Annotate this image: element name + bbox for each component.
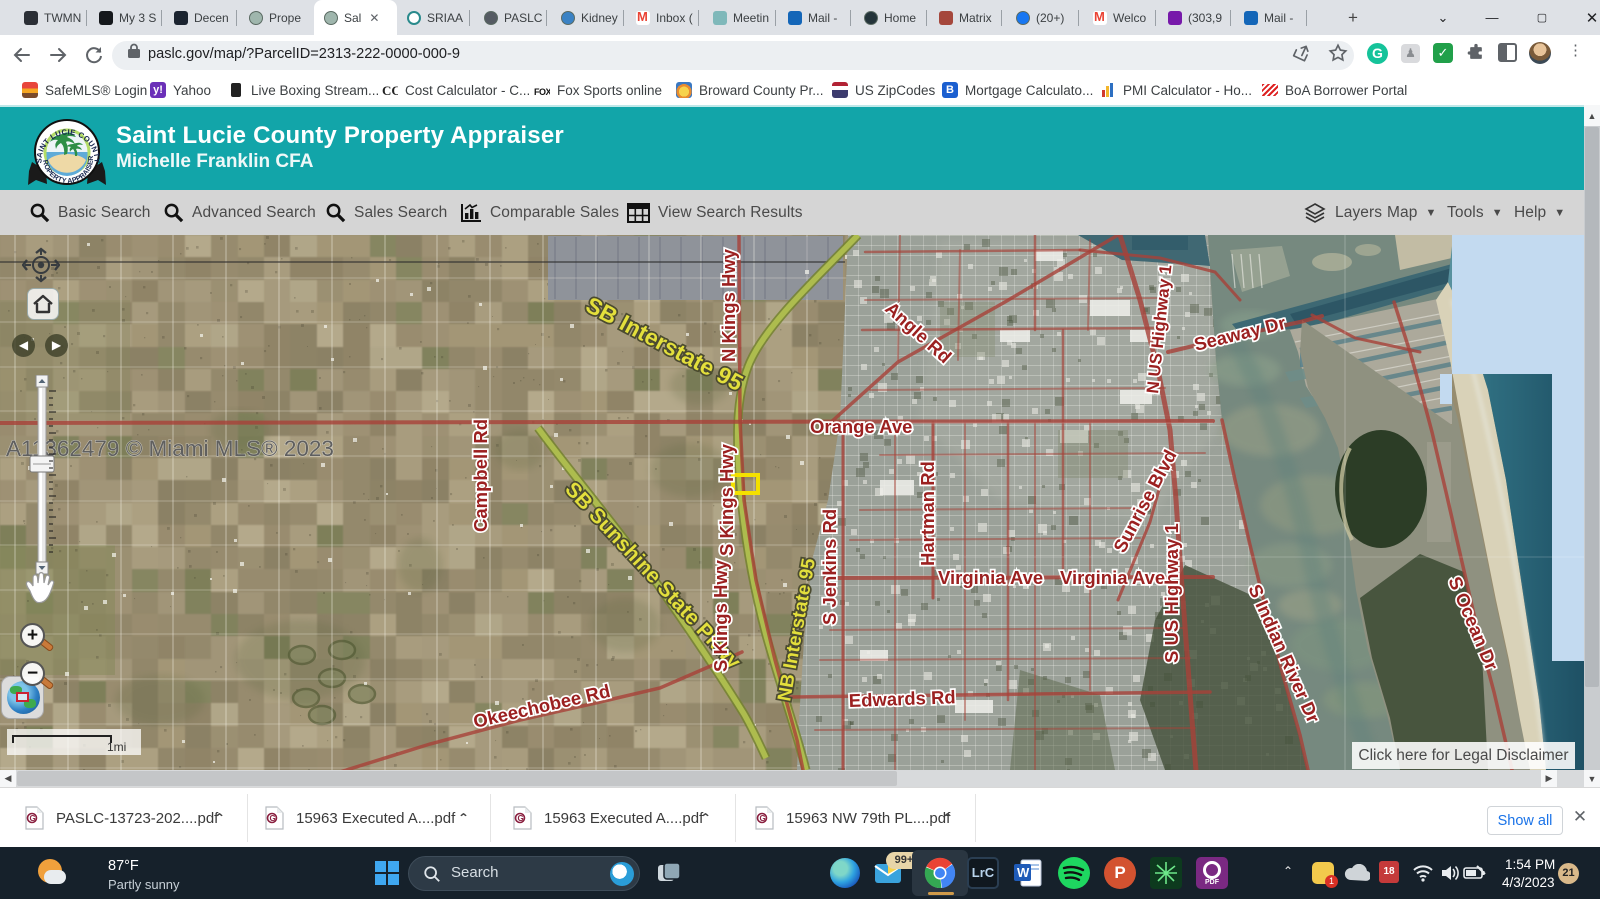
- svg-text:1mi: 1mi: [107, 740, 126, 754]
- svg-text:S Kings Hwy: S Kings Hwy: [710, 559, 731, 672]
- svg-text:S Jenkins Rd: S Jenkins Rd: [819, 509, 840, 625]
- svg-text:G: G: [270, 814, 276, 823]
- svg-text:Virginia Ave: Virginia Ave: [1060, 567, 1165, 588]
- svg-text:W: W: [1017, 865, 1030, 880]
- svg-text:Campbell Rd: Campbell Rd: [470, 419, 491, 532]
- svg-text:Hartman Rd: Hartman Rd: [917, 461, 938, 566]
- svg-text:G: G: [30, 814, 36, 823]
- svg-text:G: G: [518, 814, 524, 823]
- svg-text:Orange Ave: Orange Ave: [810, 416, 912, 437]
- svg-text:N Kings Hwy: N Kings Hwy: [718, 248, 739, 362]
- svg-text:Virginia Ave: Virginia Ave: [938, 567, 1043, 588]
- svg-text:S Kings Hwy: S Kings Hwy: [716, 443, 737, 556]
- svg-text:G: G: [760, 814, 766, 823]
- svg-text:Edwards Rd: Edwards Rd: [848, 686, 956, 711]
- svg-text:S US Highway 1: S US Highway 1: [1161, 523, 1182, 663]
